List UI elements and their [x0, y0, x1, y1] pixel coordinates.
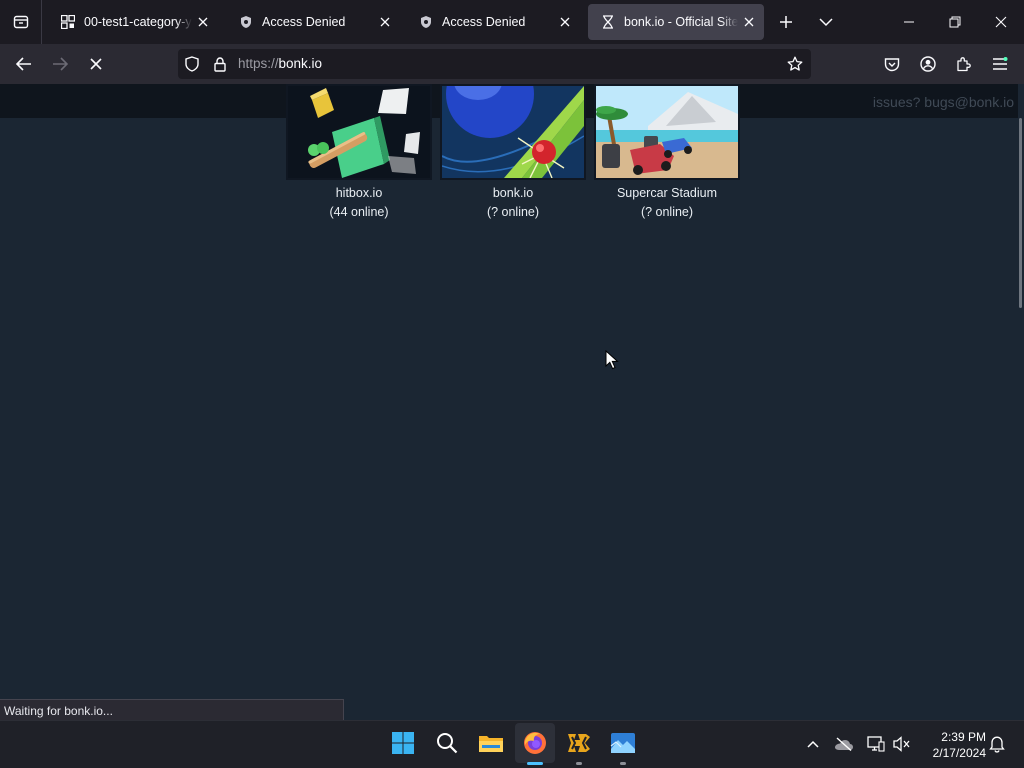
- start-button[interactable]: [383, 723, 423, 763]
- taskbar-photos-app[interactable]: [603, 723, 643, 765]
- close-tab-icon[interactable]: [738, 11, 760, 33]
- arrow-right-icon: [53, 57, 68, 71]
- taskbar-file-explorer[interactable]: [471, 723, 511, 763]
- firefox-view-button[interactable]: [0, 0, 42, 44]
- url-scheme: https://: [238, 56, 279, 71]
- chevron-down-icon: [819, 18, 833, 27]
- hamburger-menu-icon: [993, 57, 1008, 70]
- puzzle-icon: [957, 57, 971, 72]
- game-card-bonk[interactable]: bonk.io (? online): [440, 84, 586, 222]
- list-all-tabs-button[interactable]: [812, 8, 840, 36]
- bookmark-star-icon[interactable]: [787, 56, 803, 72]
- bell-icon: [989, 736, 1005, 753]
- arrow-left-icon: [16, 57, 31, 71]
- taskbar-clock[interactable]: 2:39 PM 2/17/2024: [920, 729, 986, 761]
- volume-tray-button[interactable]: [892, 733, 912, 755]
- extensions-button[interactable]: [948, 48, 980, 80]
- taskbar-game-app[interactable]: [559, 723, 599, 765]
- firefox-icon: [524, 732, 546, 754]
- search-icon: [437, 733, 458, 754]
- network-icon: [867, 736, 885, 752]
- game-card-hitbox[interactable]: hitbox.io (44 online): [286, 84, 432, 222]
- taskbar-search-button[interactable]: [427, 723, 467, 763]
- close-tab-icon[interactable]: [192, 11, 214, 33]
- game-card-supercar-stadium[interactable]: Supercar Stadium (? online): [594, 84, 740, 222]
- url-host: bonk.io: [278, 56, 323, 71]
- tracking-protection-icon[interactable]: [184, 56, 200, 72]
- game-app-icon: [568, 734, 590, 752]
- grid-icon: [60, 14, 76, 30]
- firefox-view-icon: [13, 15, 28, 29]
- game-thumbnail[interactable]: [286, 84, 432, 180]
- new-tab-button[interactable]: [772, 8, 800, 36]
- taskbar-firefox[interactable]: [515, 723, 555, 765]
- photos-app-icon: [610, 733, 635, 753]
- address-bar[interactable]: https://bonk.io: [178, 49, 811, 79]
- tab-category[interactable]: 00-test1-category-yellow: [48, 4, 218, 40]
- pocket-button[interactable]: [876, 48, 908, 80]
- file-explorer-icon: [479, 736, 503, 752]
- stop-loading-button[interactable]: [80, 48, 112, 80]
- account-icon: [920, 56, 936, 72]
- tab-title: Access Denied: [262, 15, 346, 29]
- clock-time: 2:39 PM: [941, 730, 986, 744]
- minimize-icon: [904, 21, 914, 23]
- tab-strip: 00-test1-category-yellow Access Denied A…: [0, 0, 1024, 44]
- tab-title: bonk.io - Official Site: Play: [624, 15, 738, 29]
- pocket-icon: [884, 57, 900, 71]
- onedrive-tray-button[interactable]: [834, 733, 854, 755]
- game-thumbnail[interactable]: [440, 84, 586, 180]
- chevron-up-icon: [807, 740, 819, 748]
- notifications-button[interactable]: [987, 733, 1007, 755]
- game-name: bonk.io: [492, 186, 534, 200]
- volume-muted-icon: [893, 736, 910, 752]
- account-button[interactable]: [912, 48, 944, 80]
- navigation-toolbar: https://bonk.io: [0, 44, 1024, 84]
- minimize-button[interactable]: [886, 0, 932, 44]
- running-indicator: [576, 762, 582, 765]
- clock-date: 2/17/2024: [932, 746, 986, 760]
- show-hidden-icons-button[interactable]: [803, 733, 823, 755]
- game-thumbnail[interactable]: [594, 84, 740, 180]
- shield-icon: [238, 14, 254, 30]
- close-icon: [995, 16, 1007, 28]
- hourglass-icon: [600, 14, 616, 30]
- shield-icon: [418, 14, 434, 30]
- tab-title: Access Denied: [442, 15, 526, 29]
- close-window-button[interactable]: [978, 0, 1024, 44]
- forward-button[interactable]: [44, 48, 76, 80]
- close-tab-icon[interactable]: [374, 11, 396, 33]
- issues-contact-text[interactable]: issues? bugs@bonk.io: [873, 94, 1014, 110]
- mouse-cursor-icon: [605, 350, 619, 370]
- tab-access-denied-2[interactable]: Access Denied: [406, 4, 580, 40]
- page-scrollbar[interactable]: [1018, 84, 1024, 720]
- game-online-count: (? online): [486, 205, 540, 219]
- status-panel: Waiting for bonk.io...: [0, 699, 344, 721]
- url-text[interactable]: https://bonk.io: [238, 56, 322, 71]
- app-menu-button[interactable]: [984, 48, 1016, 80]
- tab-title: 00-test1-category-yellow: [84, 15, 192, 29]
- scrollbar-thumb[interactable]: [1019, 118, 1022, 308]
- game-name: Supercar Stadium: [616, 186, 718, 200]
- windows-taskbar: 2:39 PM 2/17/2024: [0, 720, 1024, 768]
- plus-icon: [780, 16, 792, 28]
- game-online-count: (44 online): [329, 205, 389, 219]
- windows-start-icon: [392, 732, 414, 754]
- network-tray-button[interactable]: [866, 733, 886, 755]
- game-online-count: (? online): [640, 205, 694, 219]
- page-content: issues? bugs@bonk.io hitbox.io (44 onlin…: [0, 84, 1018, 699]
- lock-icon[interactable]: [212, 56, 228, 72]
- running-indicator: [527, 762, 543, 765]
- close-tab-icon[interactable]: [554, 11, 576, 33]
- back-button[interactable]: [8, 48, 40, 80]
- restore-icon: [949, 16, 961, 28]
- tab-access-denied-1[interactable]: Access Denied: [226, 4, 400, 40]
- game-name: hitbox.io: [335, 186, 383, 200]
- stop-icon: [90, 58, 102, 70]
- tab-bonk-io[interactable]: bonk.io - Official Site: Play: [588, 4, 764, 40]
- running-indicator: [620, 762, 626, 765]
- cloud-offline-icon: [835, 737, 853, 751]
- restore-button[interactable]: [932, 0, 978, 44]
